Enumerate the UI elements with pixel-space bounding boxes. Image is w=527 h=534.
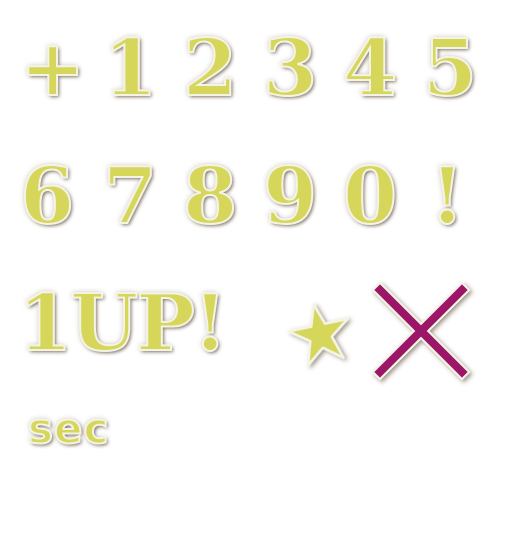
digit-2-glyph: 2: [182, 23, 238, 114]
digit-6-glyph: 6: [19, 151, 75, 242]
star-icon: [286, 300, 354, 368]
one-up-label: 1UP!: [17, 278, 228, 369]
plus-glyph: +: [19, 23, 86, 114]
sec-unit-label: sec: [27, 404, 110, 453]
digit-4-glyph: 4: [342, 23, 398, 114]
cross-icon: [370, 281, 474, 382]
digit-1-glyph: 1: [102, 23, 158, 114]
sprite-sheet: + 1 2 3 4 5 6 7 8 9 0 ! 1UP! sec: [0, 0, 527, 534]
digit-7-glyph: 7: [102, 151, 158, 242]
digit-8-glyph: 8: [182, 151, 238, 242]
digit-0-glyph: 0: [342, 151, 398, 242]
exclamation-glyph: !: [429, 151, 465, 242]
digit-9-glyph: 9: [262, 151, 318, 242]
digit-3-glyph: 3: [262, 23, 318, 114]
digit-5-glyph: 5: [422, 23, 478, 114]
